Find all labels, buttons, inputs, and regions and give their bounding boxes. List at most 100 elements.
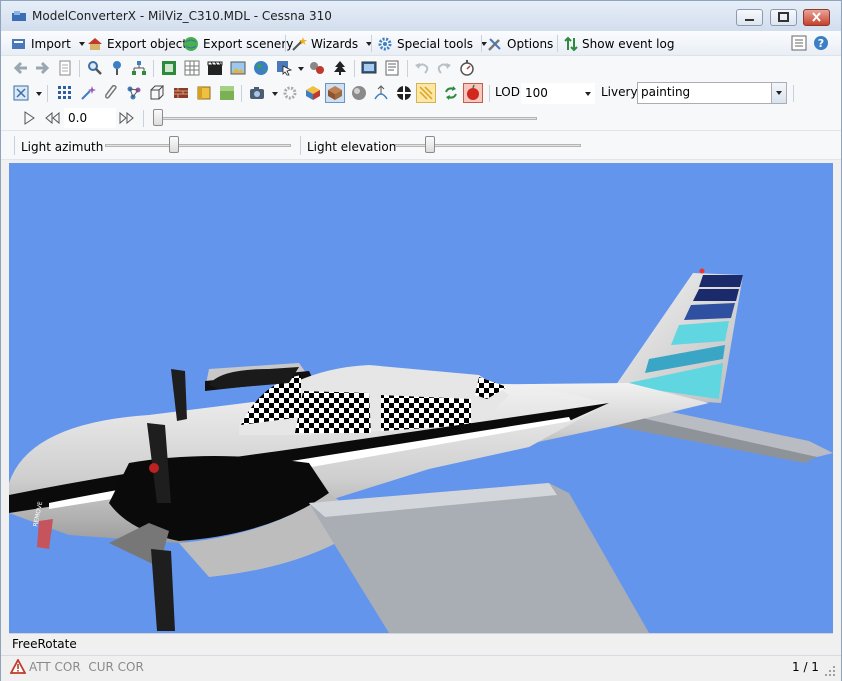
close-icon	[812, 12, 821, 22]
time-value: 0.0	[68, 111, 88, 125]
time-slider-thumb[interactable]	[153, 109, 163, 126]
pin-icon[interactable]	[109, 60, 125, 76]
earth-icon[interactable]	[253, 60, 269, 76]
separator	[79, 60, 80, 77]
light-elevation-thumb[interactable]	[425, 136, 436, 153]
ground-toggle[interactable]	[463, 83, 483, 103]
chevron-down-icon[interactable]	[298, 67, 304, 71]
aircraft-model-render[interactable]: REMOVE	[9, 163, 833, 633]
separator	[285, 35, 286, 52]
show-event-log-button[interactable]: Show event log	[564, 35, 674, 52]
lod-label: LOD	[495, 85, 520, 99]
maximize-button[interactable]	[770, 9, 797, 26]
zoom-extents-icon[interactable]	[13, 85, 29, 101]
dots-grid-icon[interactable]	[57, 85, 73, 101]
time-slider-track[interactable]	[153, 117, 537, 120]
separator	[143, 110, 144, 127]
terrain-icon[interactable]	[219, 85, 235, 101]
chevron-down-icon[interactable]	[272, 92, 278, 96]
mode-status-bar: FreeRotate	[9, 633, 833, 655]
fast-forward-icon[interactable]	[119, 110, 135, 126]
toolbar-lighting: Light azimuth Light elevation	[1, 131, 841, 160]
properties-icon[interactable]	[791, 35, 807, 51]
normals-icon[interactable]	[373, 85, 389, 101]
resize-grip-icon[interactable]	[825, 666, 837, 678]
undo-icon[interactable]	[414, 60, 430, 76]
import-icon	[12, 38, 25, 49]
paperclip-icon[interactable]	[103, 85, 119, 101]
color-cube-icon[interactable]	[305, 85, 321, 101]
export-scenery-button[interactable]: Export scenery	[183, 35, 293, 52]
separator	[153, 60, 154, 77]
livery-select[interactable]: painting	[637, 82, 787, 104]
shaded-toggle[interactable]	[325, 83, 345, 103]
report-icon[interactable]	[384, 60, 400, 76]
box-icon[interactable]	[196, 85, 212, 101]
arrows-icon	[564, 36, 578, 51]
options-button[interactable]: Options	[487, 35, 553, 52]
close-button[interactable]	[803, 9, 830, 26]
gear-icon	[378, 37, 392, 50]
light-azimuth-thumb[interactable]	[168, 136, 179, 153]
document-icon[interactable]	[57, 60, 73, 76]
wireframe-cube-icon[interactable]	[149, 85, 165, 101]
light-elevation-label: Light elevation	[307, 140, 397, 154]
camera-icon[interactable]	[249, 85, 265, 101]
globe-icon	[184, 36, 198, 51]
cog-light-icon[interactable]	[282, 85, 298, 101]
title-bar: ModelConverterX - MilViz_C310.MDL - Cess…	[1, 1, 841, 31]
sparkle-wand-icon[interactable]	[80, 85, 96, 101]
grid-icon[interactable]	[184, 60, 200, 76]
refresh-icon[interactable]	[443, 85, 459, 101]
livery-dropdown-button[interactable]	[771, 83, 786, 103]
light-elevation-slider[interactable]	[395, 144, 581, 147]
chevron-down-icon[interactable]	[36, 92, 42, 96]
wizards-menu[interactable]: Wizards	[291, 35, 373, 52]
time-input[interactable]: 0.0	[64, 108, 116, 128]
wrench-balls-icon[interactable]	[309, 60, 325, 76]
special-tools-label: Special tools	[397, 36, 474, 51]
separator	[300, 136, 301, 155]
back-icon[interactable]	[13, 60, 29, 76]
image-icon[interactable]	[230, 60, 246, 76]
help-icon[interactable]: ?	[813, 35, 829, 51]
lod-select[interactable]: 100	[521, 83, 595, 104]
3d-viewport[interactable]: REMOVE	[9, 163, 833, 633]
wand-icon	[292, 36, 307, 51]
screen-icon[interactable]	[361, 60, 377, 76]
rewind-icon[interactable]	[44, 110, 60, 126]
forward-icon[interactable]	[34, 60, 50, 76]
tree-icon[interactable]	[332, 60, 348, 76]
separator	[481, 35, 482, 52]
special-tools-menu[interactable]: Special tools	[377, 35, 488, 52]
export-object-button[interactable]: Export object	[87, 35, 187, 52]
maximize-icon	[778, 12, 789, 22]
stopwatch-icon[interactable]	[459, 60, 475, 76]
separator	[371, 35, 372, 52]
sphere-icon[interactable]	[351, 85, 367, 101]
redo-icon[interactable]	[436, 60, 452, 76]
texture-icon[interactable]	[161, 60, 177, 76]
molecule-icon[interactable]	[126, 85, 142, 101]
page-counter: 1 / 1	[792, 660, 819, 674]
house-icon	[88, 37, 102, 50]
separator	[241, 85, 242, 102]
hierarchy-icon[interactable]	[131, 60, 147, 76]
chevron-down-icon	[78, 41, 85, 46]
light-azimuth-slider[interactable]	[105, 144, 291, 147]
import-menu[interactable]: Import	[11, 35, 85, 52]
magnifier-icon[interactable]	[87, 60, 103, 76]
checker-sphere-icon[interactable]	[396, 85, 412, 101]
warning-icon[interactable]	[10, 659, 26, 674]
select-tool-icon[interactable]	[276, 60, 292, 76]
play-icon[interactable]	[21, 110, 37, 126]
separator	[354, 60, 355, 77]
light-toggle[interactable]	[416, 83, 436, 103]
livery-value: painting	[641, 85, 691, 99]
clapper-icon[interactable]	[207, 60, 223, 76]
toolbar-display: LOD 100 Livery painting	[1, 81, 841, 107]
minimize-button[interactable]	[736, 9, 763, 26]
window-title: ModelConverterX - MilViz_C310.MDL - Cess…	[32, 9, 332, 23]
bricks-icon[interactable]	[173, 85, 189, 101]
tools-icon	[488, 37, 501, 51]
